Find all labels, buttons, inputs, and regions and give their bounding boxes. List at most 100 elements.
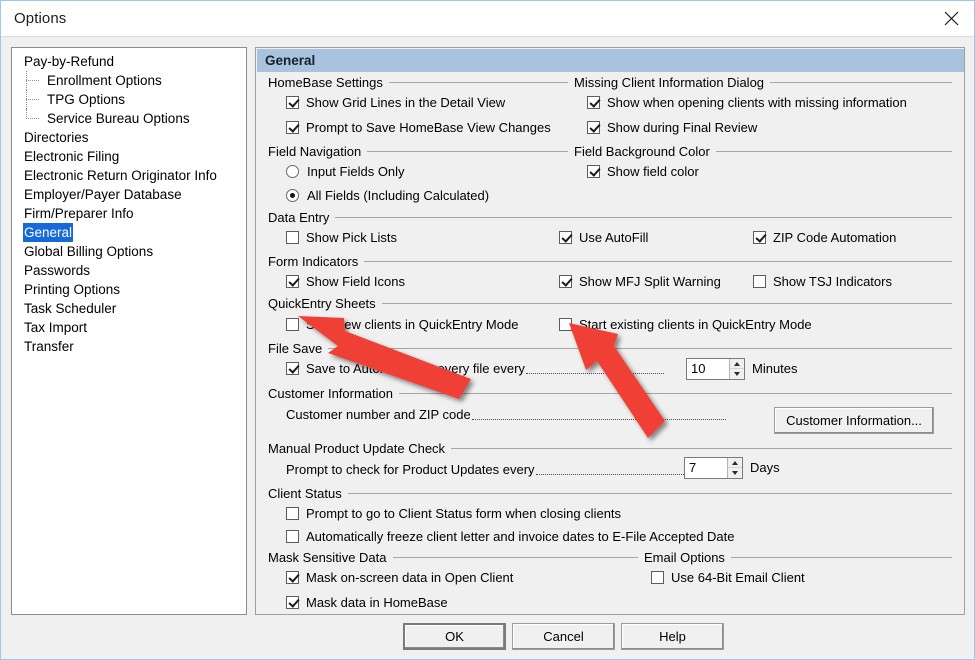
dot-leader [525, 361, 664, 374]
auto-recovery-minutes-value[interactable]: 10 [687, 359, 729, 379]
checkbox-box[interactable] [559, 230, 572, 244]
checkbox-start-existing-clients-quickentry[interactable]: Start existing clients in QuickEntry Mod… [559, 315, 812, 333]
tree-item-label: Employer/Payer Database [24, 187, 182, 202]
checkbox-show-mfj-split-warning[interactable]: Show MFJ Split Warning [559, 272, 721, 290]
stepper-up-icon[interactable] [730, 359, 744, 369]
stepper-arrows[interactable] [727, 458, 742, 478]
checkbox-box[interactable] [753, 274, 766, 288]
checkbox-prompt-client-status-form[interactable]: Prompt to go to Client Status form when … [286, 504, 621, 522]
group-field-navigation: Field Navigation [268, 143, 568, 159]
tree-item-label: Pay-by-Refund [24, 54, 115, 69]
checkbox-label: Show MFJ Split Warning [579, 273, 721, 289]
general-options-panel: General HomeBase Settings Show Grid Line… [255, 47, 965, 615]
tree-item-firm-preparer-info[interactable]: Firm/Preparer Info [12, 204, 246, 223]
radio-circle[interactable] [286, 164, 299, 178]
checkbox-prompt-save-homebase[interactable]: Prompt to Save HomeBase View Changes [286, 118, 551, 136]
checkbox-label: Prompt to go to Client Status form when … [306, 505, 622, 521]
radio-all-fields-including-calculated[interactable]: All Fields (Including Calculated) [286, 186, 489, 204]
checkbox-box[interactable] [587, 120, 600, 134]
radio-label: All Fields (Including Calculated) [307, 187, 490, 203]
checkbox-show-grid-lines[interactable]: Show Grid Lines in the Detail View [286, 93, 505, 111]
tree-item-directories[interactable]: Directories [12, 128, 246, 147]
tree-item-enrollment-options[interactable]: Enrollment Options [12, 71, 246, 90]
tree-item-label: Global Billing Options [24, 244, 154, 259]
window-title: Options [14, 10, 67, 27]
checkbox-box[interactable] [587, 95, 600, 109]
checkbox-show-pick-lists[interactable]: Show Pick Lists [286, 228, 397, 246]
tree-item-general[interactable]: General [12, 223, 246, 242]
cancel-button[interactable]: Cancel [512, 623, 615, 650]
checkbox-show-tsj-indicators[interactable]: Show TSJ Indicators [753, 272, 892, 290]
radio-label: Input Fields Only [307, 163, 405, 179]
checkbox-show-during-final-review[interactable]: Show during Final Review [587, 118, 757, 136]
checkbox-use-64bit-email-client[interactable]: Use 64-Bit Email Client [651, 568, 805, 586]
checkbox-zip-code-automation[interactable]: ZIP Code Automation [753, 228, 896, 246]
checkbox-box[interactable] [286, 595, 299, 609]
checkbox-show-when-opening-clients[interactable]: Show when opening clients with missing i… [587, 93, 907, 111]
checkbox-label: Show Pick Lists [306, 229, 398, 245]
tree-item-tax-import[interactable]: Tax Import [12, 318, 246, 337]
checkbox-box[interactable] [559, 274, 572, 288]
tree-item-printing-options[interactable]: Printing Options [12, 280, 246, 299]
tree-item-electronic-return-originator-info[interactable]: Electronic Return Originator Info [12, 166, 246, 185]
checkbox-box[interactable] [753, 230, 766, 244]
help-button[interactable]: Help [621, 623, 724, 650]
tree-item-global-billing-options[interactable]: Global Billing Options [12, 242, 246, 261]
close-icon[interactable] [928, 1, 974, 36]
checkbox-mask-homebase[interactable]: Mask data in HomeBase [286, 593, 448, 611]
checkbox-label: Use 64-Bit Email Client [671, 569, 805, 585]
checkbox-label: Mask on-screen data in Open Client [306, 569, 514, 585]
options-category-tree[interactable]: Pay-by-Refund Enrollment Options TPG Opt… [11, 47, 247, 615]
checkbox-label: Mask data in HomeBase [306, 594, 448, 610]
checkbox-start-new-clients-quickentry[interactable]: Start new clients in QuickEntry Mode [286, 315, 518, 333]
radio-circle[interactable] [286, 188, 299, 202]
tree-item-label: Electronic Return Originator Info [24, 168, 217, 183]
group-missing-client-information-dialog: Missing Client Information Dialog [574, 74, 952, 90]
ok-button[interactable]: OK [403, 623, 506, 650]
stepper-down-icon[interactable] [730, 369, 744, 379]
auto-recovery-minutes-unit: Minutes [752, 361, 798, 376]
product-update-days-stepper[interactable]: 7 [684, 457, 743, 479]
stepper-down-icon[interactable] [728, 468, 742, 478]
tree-item-label: Directories [24, 130, 89, 145]
tree-item-pay-by-refund[interactable]: Pay-by-Refund [12, 52, 246, 71]
checkbox-box[interactable] [651, 570, 664, 584]
stepper-arrows[interactable] [729, 359, 744, 379]
tree-item-electronic-filing[interactable]: Electronic Filing [12, 147, 246, 166]
checkbox-use-autofill[interactable]: Use AutoFill [559, 228, 648, 246]
checkbox-box[interactable] [286, 506, 299, 520]
checkbox-box[interactable] [286, 120, 299, 134]
group-client-status: Client Status [268, 485, 952, 501]
tree-item-employer-payer-database[interactable]: Employer/Payer Database [12, 185, 246, 204]
product-update-days-value[interactable]: 7 [685, 458, 727, 478]
tree-item-tpg-options[interactable]: TPG Options [12, 90, 246, 109]
customer-number-zip-row: Customer number and ZIP code [286, 405, 726, 423]
checkbox-label: Start existing clients in QuickEntry Mod… [579, 316, 812, 332]
checkbox-save-automatic-recovery[interactable]: Save to Automatic Recovery file every [286, 359, 664, 377]
checkbox-box[interactable] [286, 230, 299, 244]
checkbox-box[interactable] [286, 274, 299, 288]
checkbox-box[interactable] [286, 361, 299, 375]
checkbox-show-field-icons[interactable]: Show Field Icons [286, 272, 405, 290]
checkbox-label: Show Grid Lines in the Detail View [306, 94, 506, 110]
checkbox-box[interactable] [559, 317, 572, 331]
checkbox-box[interactable] [286, 317, 299, 331]
checkbox-box[interactable] [286, 95, 299, 109]
stepper-up-icon[interactable] [728, 458, 742, 468]
checkbox-box[interactable] [587, 164, 600, 178]
tree-item-service-bureau-options[interactable]: Service Bureau Options [12, 109, 246, 128]
tree-item-label: Firm/Preparer Info [24, 206, 134, 221]
tree-item-passwords[interactable]: Passwords [12, 261, 246, 280]
checkbox-label: Save to Automatic Recovery file every [306, 360, 525, 376]
auto-recovery-minutes-stepper[interactable]: 10 [686, 358, 745, 380]
checkbox-show-field-color[interactable]: Show field color [587, 162, 699, 180]
customer-information-button[interactable]: Customer Information... [774, 407, 934, 434]
radio-input-fields-only[interactable]: Input Fields Only [286, 162, 405, 180]
checkbox-mask-open-client[interactable]: Mask on-screen data in Open Client [286, 568, 513, 586]
checkbox-auto-freeze-dates[interactable]: Automatically freeze client letter and i… [286, 527, 735, 545]
checkbox-box[interactable] [286, 529, 299, 543]
tree-item-transfer[interactable]: Transfer [12, 337, 246, 356]
checkbox-label: Show Field Icons [306, 273, 405, 289]
tree-item-task-scheduler[interactable]: Task Scheduler [12, 299, 246, 318]
checkbox-box[interactable] [286, 570, 299, 584]
